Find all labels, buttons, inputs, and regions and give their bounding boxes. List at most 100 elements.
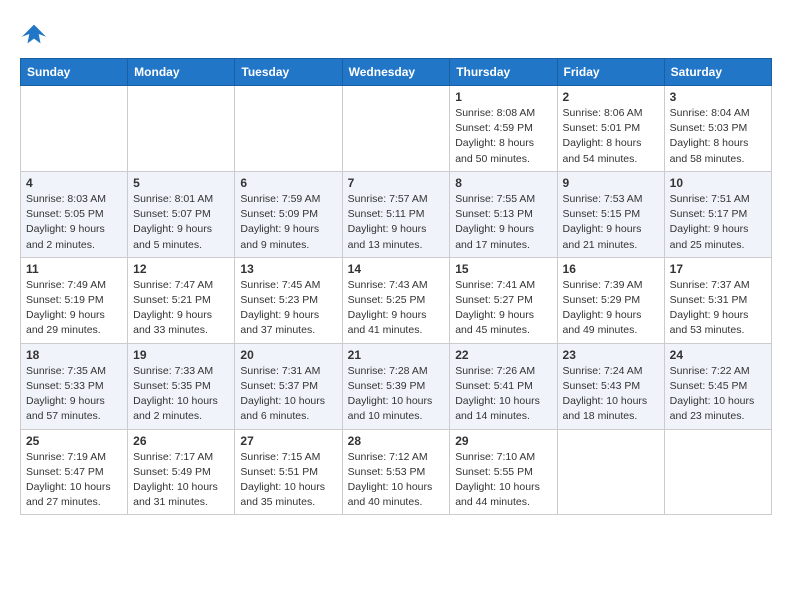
day-number: 21 bbox=[348, 348, 445, 362]
column-header-tuesday: Tuesday bbox=[235, 59, 342, 86]
day-info: Sunrise: 7:33 AM Sunset: 5:35 PM Dayligh… bbox=[133, 364, 229, 425]
day-number: 3 bbox=[670, 90, 766, 104]
calendar-cell: 21Sunrise: 7:28 AM Sunset: 5:39 PM Dayli… bbox=[342, 343, 450, 429]
calendar-cell: 25 Sunrise: 7:19 AM Sunset: 5:47 PM Dayli… bbox=[21, 429, 128, 515]
day-number: 22 bbox=[455, 348, 551, 362]
day-info: Sunrise: 7:41 AM Sunset: 5:27 PM Dayligh… bbox=[455, 278, 551, 339]
day-number: 2 bbox=[563, 90, 659, 104]
calendar-cell: 11 Sunrise: 7:49 AM Sunset: 5:19 PM Dayli… bbox=[21, 257, 128, 343]
day-number: 17 bbox=[670, 262, 766, 276]
day-info: Sunrise: 7:43 AM Sunset: 5:25 PM Dayligh… bbox=[348, 278, 445, 339]
calendar-cell: 13 Sunrise: 7:45 AM Sunset: 5:23 PM Dayli… bbox=[235, 257, 342, 343]
calendar-cell: 29 Sunrise: 7:10 AM Sunset: 5:55 PM Dayli… bbox=[450, 429, 557, 515]
day-number: 29 bbox=[455, 434, 551, 448]
column-header-monday: Monday bbox=[128, 59, 235, 86]
day-number: 14 bbox=[348, 262, 445, 276]
day-info: Sunrise: 7:17 AM Sunset: 5:49 PM Dayligh… bbox=[133, 450, 229, 511]
calendar-cell: 20Sunrise: 7:31 AM Sunset: 5:37 PM Dayli… bbox=[235, 343, 342, 429]
week-row-1: 1Sunrise: 8:08 AM Sunset: 4:59 PM Daylig… bbox=[21, 86, 772, 172]
calendar-cell: 9Sunrise: 7:53 AM Sunset: 5:15 PM Daylig… bbox=[557, 171, 664, 257]
day-info: Sunrise: 7:22 AM Sunset: 5:45 PM Dayligh… bbox=[670, 364, 766, 425]
day-info: Sunrise: 7:24 AM Sunset: 5:43 PM Dayligh… bbox=[563, 364, 659, 425]
calendar-cell: 6 Sunrise: 7:59 AM Sunset: 5:09 PM Daylig… bbox=[235, 171, 342, 257]
calendar-table: SundayMondayTuesdayWednesdayThursdayFrid… bbox=[20, 58, 772, 515]
calendar-cell: 12 Sunrise: 7:47 AM Sunset: 5:21 PM Dayli… bbox=[128, 257, 235, 343]
day-number: 23 bbox=[563, 348, 659, 362]
day-number: 10 bbox=[670, 176, 766, 190]
day-number: 15 bbox=[455, 262, 551, 276]
day-number: 11 bbox=[26, 262, 122, 276]
day-number: 18 bbox=[26, 348, 122, 362]
day-number: 8 bbox=[455, 176, 551, 190]
calendar-cell bbox=[664, 429, 771, 515]
day-info: Sunrise: 7:35 AM Sunset: 5:33 PM Dayligh… bbox=[26, 364, 122, 425]
calendar-cell bbox=[557, 429, 664, 515]
day-info: Sunrise: 7:19 AM Sunset: 5:47 PM Dayligh… bbox=[26, 450, 122, 511]
day-info: Sunrise: 7:12 AM Sunset: 5:53 PM Dayligh… bbox=[348, 450, 445, 511]
day-info: Sunrise: 7:55 AM Sunset: 5:13 PM Dayligh… bbox=[455, 192, 551, 253]
calendar-cell: 14 Sunrise: 7:43 AM Sunset: 5:25 PM Dayli… bbox=[342, 257, 450, 343]
week-row-5: 25 Sunrise: 7:19 AM Sunset: 5:47 PM Dayli… bbox=[21, 429, 772, 515]
calendar-cell bbox=[21, 86, 128, 172]
column-header-friday: Friday bbox=[557, 59, 664, 86]
calendar-cell: 17 Sunrise: 7:37 AM Sunset: 5:31 PM Dayli… bbox=[664, 257, 771, 343]
calendar-cell bbox=[128, 86, 235, 172]
calendar-cell: 10 Sunrise: 7:51 AM Sunset: 5:17 PM Dayli… bbox=[664, 171, 771, 257]
day-number: 20 bbox=[240, 348, 336, 362]
calendar-cell bbox=[342, 86, 450, 172]
day-number: 6 bbox=[240, 176, 336, 190]
calendar-cell: 8 Sunrise: 7:55 AM Sunset: 5:13 PM Daylig… bbox=[450, 171, 557, 257]
calendar-cell: 23 Sunrise: 7:24 AM Sunset: 5:43 PM Dayli… bbox=[557, 343, 664, 429]
column-header-sunday: Sunday bbox=[21, 59, 128, 86]
day-number: 28 bbox=[348, 434, 445, 448]
calendar-cell: 5 Sunrise: 8:01 AM Sunset: 5:07 PM Daylig… bbox=[128, 171, 235, 257]
day-info: Sunrise: 7:15 AM Sunset: 5:51 PM Dayligh… bbox=[240, 450, 336, 511]
day-number: 9 bbox=[563, 176, 659, 190]
calendar-cell: 3 Sunrise: 8:04 AM Sunset: 5:03 PM Daylig… bbox=[664, 86, 771, 172]
calendar-cell: 4 Sunrise: 8:03 AM Sunset: 5:05 PM Daylig… bbox=[21, 171, 128, 257]
day-info: Sunrise: 7:47 AM Sunset: 5:21 PM Dayligh… bbox=[133, 278, 229, 339]
week-row-4: 18 Sunrise: 7:35 AM Sunset: 5:33 PM Dayli… bbox=[21, 343, 772, 429]
logo-icon bbox=[20, 20, 48, 48]
column-header-saturday: Saturday bbox=[664, 59, 771, 86]
calendar-cell: 18 Sunrise: 7:35 AM Sunset: 5:33 PM Dayli… bbox=[21, 343, 128, 429]
day-number: 16 bbox=[563, 262, 659, 276]
day-number: 13 bbox=[240, 262, 336, 276]
day-info: Sunrise: 7:57 AM Sunset: 5:11 PM Dayligh… bbox=[348, 192, 445, 253]
day-info: Sunrise: 8:04 AM Sunset: 5:03 PM Dayligh… bbox=[670, 106, 766, 167]
calendar-cell: 24 Sunrise: 7:22 AM Sunset: 5:45 PM Dayli… bbox=[664, 343, 771, 429]
day-info: Sunrise: 7:51 AM Sunset: 5:17 PM Dayligh… bbox=[670, 192, 766, 253]
day-info: Sunrise: 7:10 AM Sunset: 5:55 PM Dayligh… bbox=[455, 450, 551, 511]
day-number: 19 bbox=[133, 348, 229, 362]
day-number: 26 bbox=[133, 434, 229, 448]
day-info: Sunrise: 7:26 AM Sunset: 5:41 PM Dayligh… bbox=[455, 364, 551, 425]
calendar-cell: 15 Sunrise: 7:41 AM Sunset: 5:27 PM Dayli… bbox=[450, 257, 557, 343]
day-info: Sunrise: 7:59 AM Sunset: 5:09 PM Dayligh… bbox=[240, 192, 336, 253]
day-info: Sunrise: 7:45 AM Sunset: 5:23 PM Dayligh… bbox=[240, 278, 336, 339]
calendar-cell: 22 Sunrise: 7:26 AM Sunset: 5:41 PM Dayli… bbox=[450, 343, 557, 429]
day-info: Sunrise: 7:49 AM Sunset: 5:19 PM Dayligh… bbox=[26, 278, 122, 339]
day-number: 24 bbox=[670, 348, 766, 362]
calendar-cell: 26 Sunrise: 7:17 AM Sunset: 5:49 PM Dayli… bbox=[128, 429, 235, 515]
day-info: Sunrise: 8:06 AM Sunset: 5:01 PM Dayligh… bbox=[563, 106, 659, 167]
day-number: 4 bbox=[26, 176, 122, 190]
calendar-cell bbox=[235, 86, 342, 172]
calendar-cell: 19 Sunrise: 7:33 AM Sunset: 5:35 PM Dayli… bbox=[128, 343, 235, 429]
week-row-3: 11 Sunrise: 7:49 AM Sunset: 5:19 PM Dayli… bbox=[21, 257, 772, 343]
calendar-cell: 16Sunrise: 7:39 AM Sunset: 5:29 PM Dayli… bbox=[557, 257, 664, 343]
column-header-wednesday: Wednesday bbox=[342, 59, 450, 86]
day-info: Sunrise: 7:37 AM Sunset: 5:31 PM Dayligh… bbox=[670, 278, 766, 339]
calendar-cell: 1Sunrise: 8:08 AM Sunset: 4:59 PM Daylig… bbox=[450, 86, 557, 172]
day-info: Sunrise: 8:03 AM Sunset: 5:05 PM Dayligh… bbox=[26, 192, 122, 253]
day-number: 5 bbox=[133, 176, 229, 190]
day-info: Sunrise: 8:01 AM Sunset: 5:07 PM Dayligh… bbox=[133, 192, 229, 253]
day-number: 12 bbox=[133, 262, 229, 276]
day-number: 25 bbox=[26, 434, 122, 448]
week-row-2: 4 Sunrise: 8:03 AM Sunset: 5:05 PM Daylig… bbox=[21, 171, 772, 257]
day-number: 7 bbox=[348, 176, 445, 190]
column-header-thursday: Thursday bbox=[450, 59, 557, 86]
page-header bbox=[20, 20, 772, 48]
calendar-cell: 27Sunrise: 7:15 AM Sunset: 5:51 PM Dayli… bbox=[235, 429, 342, 515]
day-info: Sunrise: 8:08 AM Sunset: 4:59 PM Dayligh… bbox=[455, 106, 551, 167]
calendar-cell: 2 Sunrise: 8:06 AM Sunset: 5:01 PM Daylig… bbox=[557, 86, 664, 172]
